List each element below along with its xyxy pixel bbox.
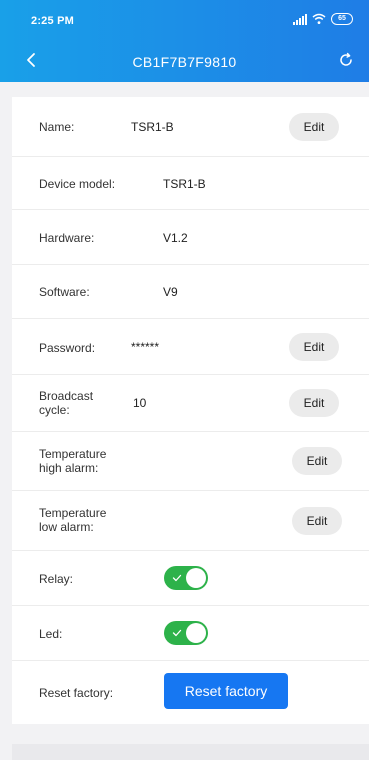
row-reset-factory: Reset factory: Reset factory bbox=[12, 661, 369, 724]
row-hardware: Hardware: V1.2 bbox=[12, 210, 369, 265]
settings-list: Name: TSR1-B Edit Device model: TSR1-B H… bbox=[12, 97, 369, 724]
row-temperature-high-alarm: Temperature high alarm: Edit bbox=[12, 432, 369, 491]
broadcast-cycle-value: 10 bbox=[133, 396, 147, 410]
status-icons: 65 bbox=[293, 12, 353, 26]
battery-icon: 65 bbox=[331, 13, 353, 25]
edit-broadcast-cycle-button[interactable]: Edit bbox=[289, 389, 339, 417]
name-label: Name: bbox=[39, 120, 75, 134]
led-toggle[interactable] bbox=[164, 621, 208, 645]
page-title: CB1F7B7F9810 bbox=[132, 54, 237, 70]
software-value: V9 bbox=[163, 285, 178, 299]
signal-icon bbox=[293, 13, 307, 25]
led-label: Led: bbox=[39, 627, 63, 641]
row-password: Password: ****** Edit bbox=[12, 319, 369, 375]
wifi-icon bbox=[312, 13, 326, 24]
hardware-label: Hardware: bbox=[39, 231, 95, 245]
password-label: Password: bbox=[39, 341, 96, 355]
check-icon bbox=[172, 629, 182, 637]
status-time: 2:25 PM bbox=[31, 15, 74, 27]
edit-name-button[interactable]: Edit bbox=[289, 113, 339, 141]
bottom-spacer bbox=[12, 744, 369, 760]
refresh-icon[interactable] bbox=[337, 51, 355, 69]
software-label: Software: bbox=[39, 285, 90, 299]
reset-factory-button[interactable]: Reset factory bbox=[164, 673, 288, 709]
name-value: TSR1-B bbox=[131, 120, 174, 134]
reset-factory-label: Reset factory: bbox=[39, 686, 114, 700]
edit-password-button[interactable]: Edit bbox=[289, 333, 339, 361]
password-value: ****** bbox=[131, 340, 160, 354]
app-header: 2:25 PM 65 CB1F7B7F9810 bbox=[0, 0, 369, 82]
edit-temperature-high-alarm-button[interactable]: Edit bbox=[292, 447, 342, 475]
relay-label: Relay: bbox=[39, 572, 74, 586]
toggle-knob bbox=[186, 623, 206, 643]
device-model-label: Device model: bbox=[39, 177, 116, 191]
nav-bar: CB1F7B7F9810 bbox=[0, 42, 369, 78]
temperature-high-alarm-label: Temperature high alarm: bbox=[39, 447, 107, 475]
row-relay: Relay: bbox=[12, 551, 369, 606]
broadcast-cycle-label: Broadcast cycle: bbox=[39, 389, 94, 417]
row-device-model: Device model: TSR1-B bbox=[12, 157, 369, 210]
check-icon bbox=[172, 574, 182, 582]
edit-temperature-low-alarm-button[interactable]: Edit bbox=[292, 507, 342, 535]
row-broadcast-cycle: Broadcast cycle: 10 Edit bbox=[12, 375, 369, 432]
relay-toggle[interactable] bbox=[164, 566, 208, 590]
temperature-low-alarm-label: Temperature low alarm: bbox=[39, 506, 107, 534]
row-temperature-low-alarm: Temperature low alarm: Edit bbox=[12, 491, 369, 551]
status-bar: 2:25 PM 65 bbox=[0, 0, 369, 34]
toggle-knob bbox=[186, 568, 206, 588]
device-model-value: TSR1-B bbox=[163, 177, 206, 191]
row-led: Led: bbox=[12, 606, 369, 661]
row-name: Name: TSR1-B Edit bbox=[12, 97, 369, 157]
row-software: Software: V9 bbox=[12, 265, 369, 319]
hardware-value: V1.2 bbox=[163, 231, 188, 245]
